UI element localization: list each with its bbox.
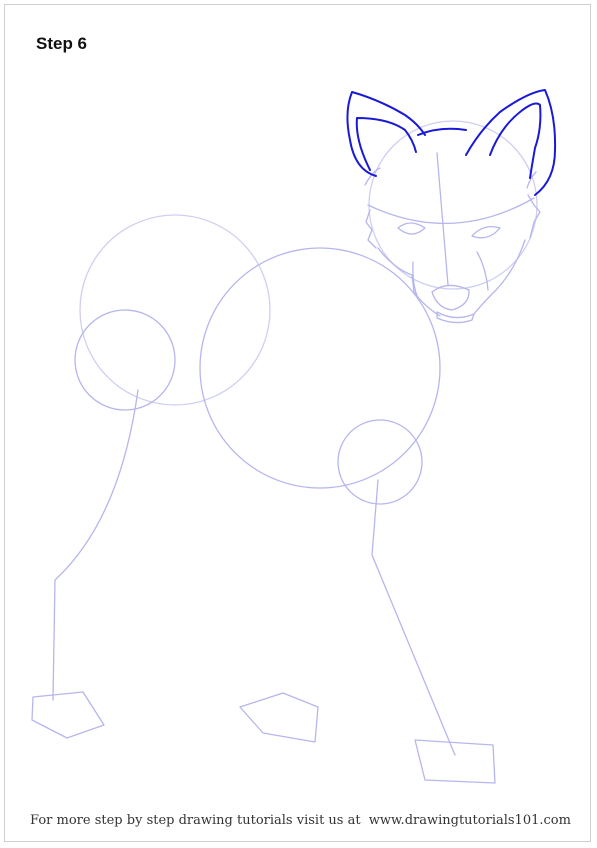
jaw-right: [473, 239, 526, 315]
front-leg-line: [371, 479, 456, 756]
left-eye: [397, 222, 426, 235]
right-ear-outer: [465, 89, 557, 196]
middle-paw: [239, 692, 319, 743]
cheek-fur-left: [365, 209, 377, 249]
mouth: [436, 311, 475, 324]
shoulder-circle: [337, 419, 423, 505]
head-cross-line: [367, 197, 535, 224]
footer-site-link[interactable]: www.drawingtutorials101.com: [369, 813, 571, 828]
footer-credit: For more step by step drawing tutorials …: [0, 813, 597, 828]
left-ear-outer: [346, 91, 426, 177]
back-leg-line: [52, 389, 139, 701]
rear-body-circle: [79, 214, 271, 406]
head-circle: [368, 120, 538, 290]
cheek-fur-right: [527, 194, 541, 239]
back-paw: [31, 691, 105, 739]
right-eye: [471, 225, 501, 239]
dog-sketch: [31, 89, 557, 784]
footer-text: For more step by step drawing tutorials …: [30, 813, 361, 828]
front-paw: [414, 739, 496, 784]
hip-circle: [74, 309, 176, 411]
left-ear-inner: [355, 117, 417, 171]
head-centerline: [436, 152, 449, 286]
jaw-left: [377, 247, 441, 317]
chest-circle: [199, 247, 441, 489]
